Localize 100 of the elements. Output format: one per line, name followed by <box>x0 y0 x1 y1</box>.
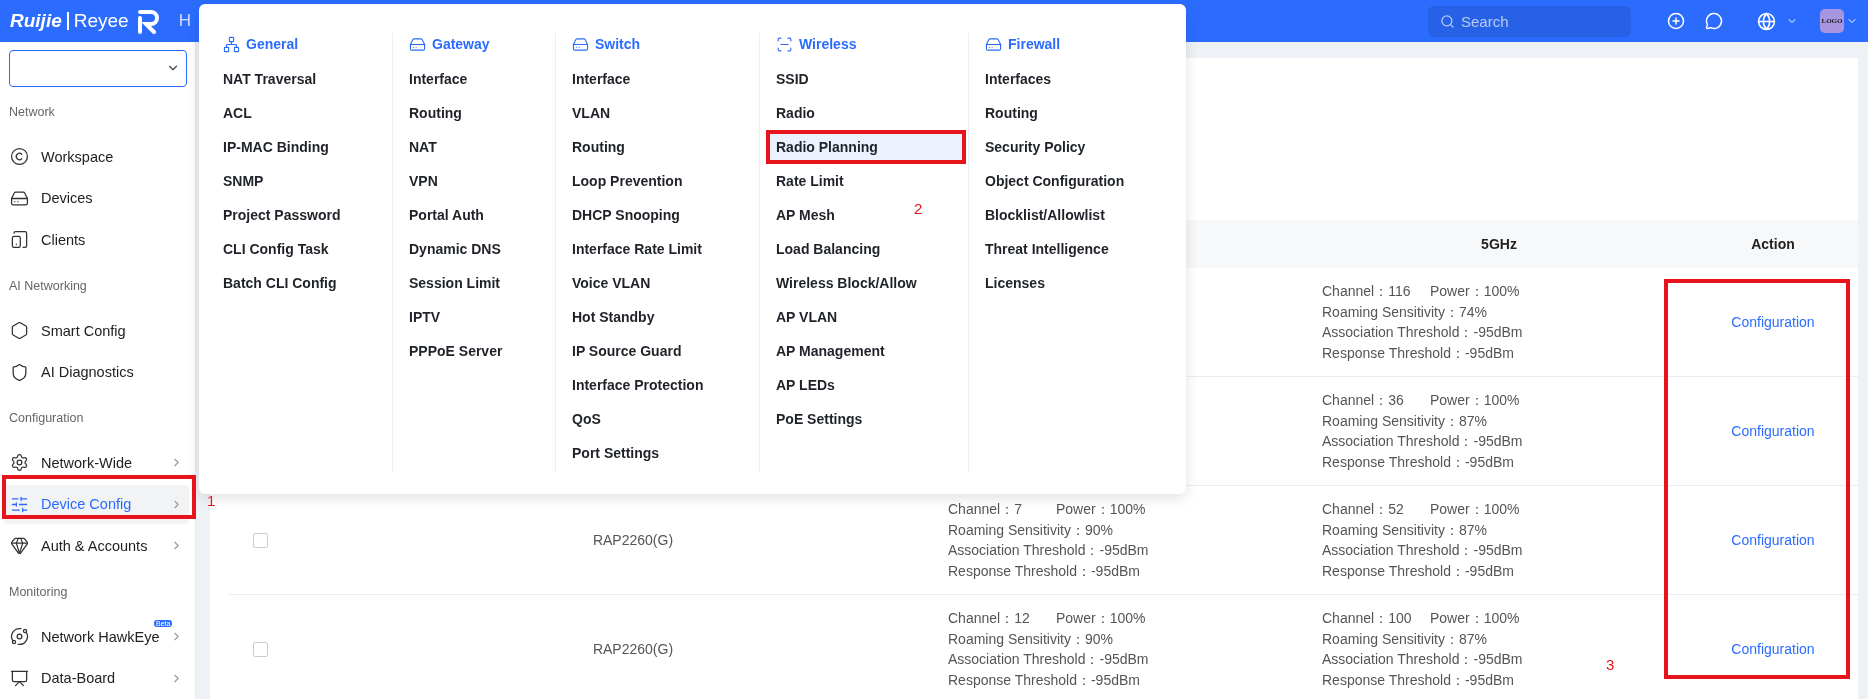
add-icon[interactable] <box>1667 12 1685 30</box>
menu-item[interactable]: Project Password <box>215 198 349 232</box>
configuration-link[interactable]: Configuration <box>1731 423 1815 439</box>
radio-setting-text: Power：100% <box>1056 500 1147 519</box>
menu-item[interactable]: IP Source Guard <box>564 334 690 368</box>
annotation-number: 1 <box>207 492 216 509</box>
menu-item[interactable]: Voice VLAN <box>564 266 659 300</box>
menu-item[interactable]: PPPoE Server <box>401 334 511 368</box>
section-title: Network <box>8 104 56 122</box>
radio-setting-text: Association Threshold：-95dBm <box>1322 323 1523 342</box>
menu-item[interactable]: IPTV <box>401 300 449 334</box>
configuration-link[interactable]: Configuration <box>1731 314 1815 330</box>
column-header: Action <box>1688 220 1858 268</box>
menu-item[interactable]: SNMP <box>215 164 272 198</box>
radio-setting-text: Roaming Sensitivity：87% <box>1322 520 1487 540</box>
globe-icon[interactable] <box>1757 11 1776 31</box>
column-header: 5GHz <box>1310 220 1688 268</box>
model-text: RAP2260(G) <box>592 532 674 548</box>
row-checkbox[interactable] <box>252 641 268 657</box>
row-checkbox[interactable] <box>252 532 268 548</box>
section-title: Configuration <box>8 410 85 428</box>
shield-icon <box>10 362 29 382</box>
configuration-link[interactable]: Configuration <box>1731 641 1815 657</box>
menu-item[interactable]: Session Limit <box>401 266 509 300</box>
radio-setting-text: Channel：116 <box>1322 282 1412 301</box>
menu-item[interactable]: DHCP Snooping <box>564 198 688 232</box>
menu-item[interactable]: Port Settings <box>564 436 668 470</box>
menu-item[interactable]: Dynamic DNS <box>401 232 509 266</box>
sidebar-item[interactable]: Workspace <box>4 136 189 177</box>
orbit-icon <box>10 627 29 647</box>
search-field[interactable]: Search <box>1459 11 1619 31</box>
menu-item[interactable]: Hot Standby <box>564 300 663 334</box>
radio-setting-text: Association Threshold：-95dBm <box>948 541 1149 560</box>
device-icon <box>409 35 426 53</box>
menu-item[interactable]: Rate Limit <box>768 164 852 198</box>
menu-item[interactable]: AP Mesh <box>768 198 843 232</box>
gem-icon <box>10 536 29 556</box>
project-dropdown[interactable] <box>9 50 187 87</box>
radio-setting-text: Channel：100 <box>1322 609 1413 628</box>
network-icon <box>223 35 240 53</box>
menu-item[interactable]: Blocklist/Allowlist <box>977 198 1113 232</box>
menu-item[interactable]: AP LEDs <box>768 368 843 402</box>
menu-item[interactable]: Wireless Block/Allow <box>768 266 925 300</box>
menu-item[interactable]: Portal Auth <box>401 198 492 232</box>
device-icon <box>572 35 589 53</box>
menu-item[interactable]: Security Policy <box>977 130 1094 164</box>
radio-setting-text: Channel：52 <box>1322 500 1405 519</box>
menu-item[interactable]: Routing <box>564 130 633 164</box>
sidebar-item[interactable]: Clients <box>4 219 189 260</box>
radio-setting-text: Roaming Sensitivity：87% <box>1322 411 1487 431</box>
sidebar-item[interactable]: Smart Config <box>4 310 189 351</box>
radio-setting-text: Channel：36 <box>1322 391 1405 410</box>
menu-item[interactable]: VPN <box>401 164 446 198</box>
radio-setting-text: Channel：12 <box>948 609 1031 628</box>
sidebar-item[interactable]: AI Diagnostics <box>4 352 189 392</box>
brand-logo-text: Ruijie <box>10 10 62 32</box>
menu-item[interactable]: Interface <box>401 62 476 96</box>
settings-icon <box>10 453 29 473</box>
menu-item[interactable]: Licenses <box>977 266 1053 300</box>
menu-item[interactable]: ACL <box>215 96 260 130</box>
menu-item[interactable]: PoE Settings <box>768 402 871 436</box>
menu-item[interactable]: AP Management <box>768 334 893 368</box>
radio-setting-text: Roaming Sensitivity：87% <box>1322 629 1487 649</box>
menu-item[interactable]: Loop Prevention <box>564 164 691 198</box>
menu-item[interactable]: Radio <box>768 96 823 130</box>
search-bar[interactable]: Search <box>1428 5 1631 37</box>
sidebar-item[interactable]: Devices <box>4 178 189 218</box>
menu-item[interactable]: Routing <box>401 96 470 130</box>
menu-item[interactable]: Interface Rate Limit <box>564 232 710 266</box>
radio-setting-text: Response Threshold：-95dBm <box>948 670 1140 690</box>
radio-setting-text: Power：100% <box>1430 282 1521 301</box>
sidebar-item[interactable]: Data-Board <box>4 658 189 698</box>
radio-setting-text: Response Threshold：-95dBm <box>1322 452 1514 472</box>
menu-item[interactable]: QoS <box>564 402 609 436</box>
brand-logo-text: Reyee <box>73 10 129 32</box>
annotation-number: 2 <box>914 200 923 217</box>
sidebar-item[interactable]: Network-Wide <box>4 443 189 483</box>
menu-item[interactable]: Batch CLI Config <box>215 266 345 300</box>
menu-item[interactable]: Load Balancing <box>768 232 889 266</box>
menu-item[interactable]: AP VLAN <box>768 300 846 334</box>
menu-item[interactable]: NAT <box>401 130 445 164</box>
menu-group-title: Wireless <box>799 36 857 52</box>
menu-item[interactable]: Object Configuration <box>977 164 1133 198</box>
menu-item[interactable]: Routing <box>977 96 1046 130</box>
sidebar-item[interactable]: Auth & Accounts <box>4 526 189 566</box>
menu-item[interactable]: NAT Traversal <box>215 62 325 96</box>
menu-item[interactable]: SSID <box>768 62 817 96</box>
menu-group-title: Gateway <box>432 36 490 52</box>
menu-item[interactable]: Interface Protection <box>564 368 712 402</box>
menu-item[interactable]: Interfaces <box>977 62 1060 96</box>
menu-item[interactable]: IP-MAC Binding <box>215 130 337 164</box>
menu-item[interactable]: VLAN <box>564 96 619 130</box>
menu-group-title: Firewall <box>1008 36 1061 52</box>
menu-item[interactable]: Interface <box>564 62 639 96</box>
menu-item[interactable]: CLI Config Task <box>215 232 337 266</box>
configuration-link[interactable]: Configuration <box>1731 532 1815 548</box>
radio-setting-text: Roaming Sensitivity：74% <box>1322 302 1487 322</box>
chat-icon[interactable] <box>1705 12 1723 30</box>
section-title: Monitoring <box>8 584 69 602</box>
menu-item[interactable]: Threat Intelligence <box>977 232 1117 266</box>
